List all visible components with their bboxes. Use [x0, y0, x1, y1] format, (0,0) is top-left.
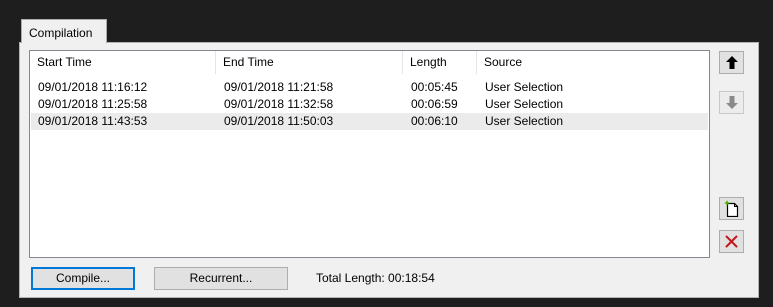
column-header-start-time[interactable]: Start Time — [30, 51, 216, 74]
cell-source: User Selection — [485, 80, 564, 94]
arrow-up-icon — [725, 56, 738, 69]
delete-button[interactable] — [719, 230, 744, 253]
column-header-length[interactable]: Length — [403, 51, 477, 74]
column-header-end-time[interactable]: End Time — [216, 51, 403, 74]
cell-length: 00:06:59 — [411, 97, 458, 111]
table-row-selected[interactable]: 09/01/2018 11:43:53 09/01/2018 11:50:03 … — [31, 113, 708, 130]
cell-source: User Selection — [485, 97, 564, 111]
delete-x-icon — [725, 235, 738, 248]
cell-start-time: 09/01/2018 11:43:53 — [38, 114, 148, 128]
move-down-button[interactable] — [719, 91, 744, 114]
list-header: Start Time End Time Length Source — [30, 51, 709, 74]
table-row[interactable]: 09/01/2018 11:16:12 09/01/2018 11:21:58 … — [31, 79, 708, 96]
cell-start-time: 09/01/2018 11:16:12 — [38, 80, 148, 94]
cell-end-time: 09/01/2018 11:50:03 — [224, 114, 334, 128]
total-length-label: Total Length: 00:18:54 — [316, 271, 435, 285]
cell-start-time: 09/01/2018 11:25:58 — [38, 97, 148, 111]
compile-button[interactable]: Compile... — [31, 267, 135, 290]
tab-compilation-label: Compilation — [29, 26, 93, 40]
new-item-button[interactable] — [719, 197, 744, 220]
compilation-list[interactable]: Start Time End Time Length Source 09/01/… — [29, 50, 710, 258]
cell-length: 00:05:45 — [411, 80, 458, 94]
tab-compilation[interactable]: Compilation — [21, 19, 107, 43]
cell-end-time: 09/01/2018 11:32:58 — [224, 97, 334, 111]
compilation-panel: Start Time End Time Length Source 09/01/… — [19, 42, 759, 298]
recurrent-button[interactable]: Recurrent... — [154, 267, 288, 290]
arrow-down-icon — [725, 96, 738, 109]
move-up-button[interactable] — [719, 51, 744, 74]
new-document-icon — [724, 200, 739, 217]
cell-source: User Selection — [485, 114, 564, 128]
cell-length: 00:06:10 — [411, 114, 458, 128]
table-row[interactable]: 09/01/2018 11:25:58 09/01/2018 11:32:58 … — [31, 96, 708, 113]
column-header-source[interactable]: Source — [477, 51, 709, 74]
cell-end-time: 09/01/2018 11:21:58 — [224, 80, 334, 94]
